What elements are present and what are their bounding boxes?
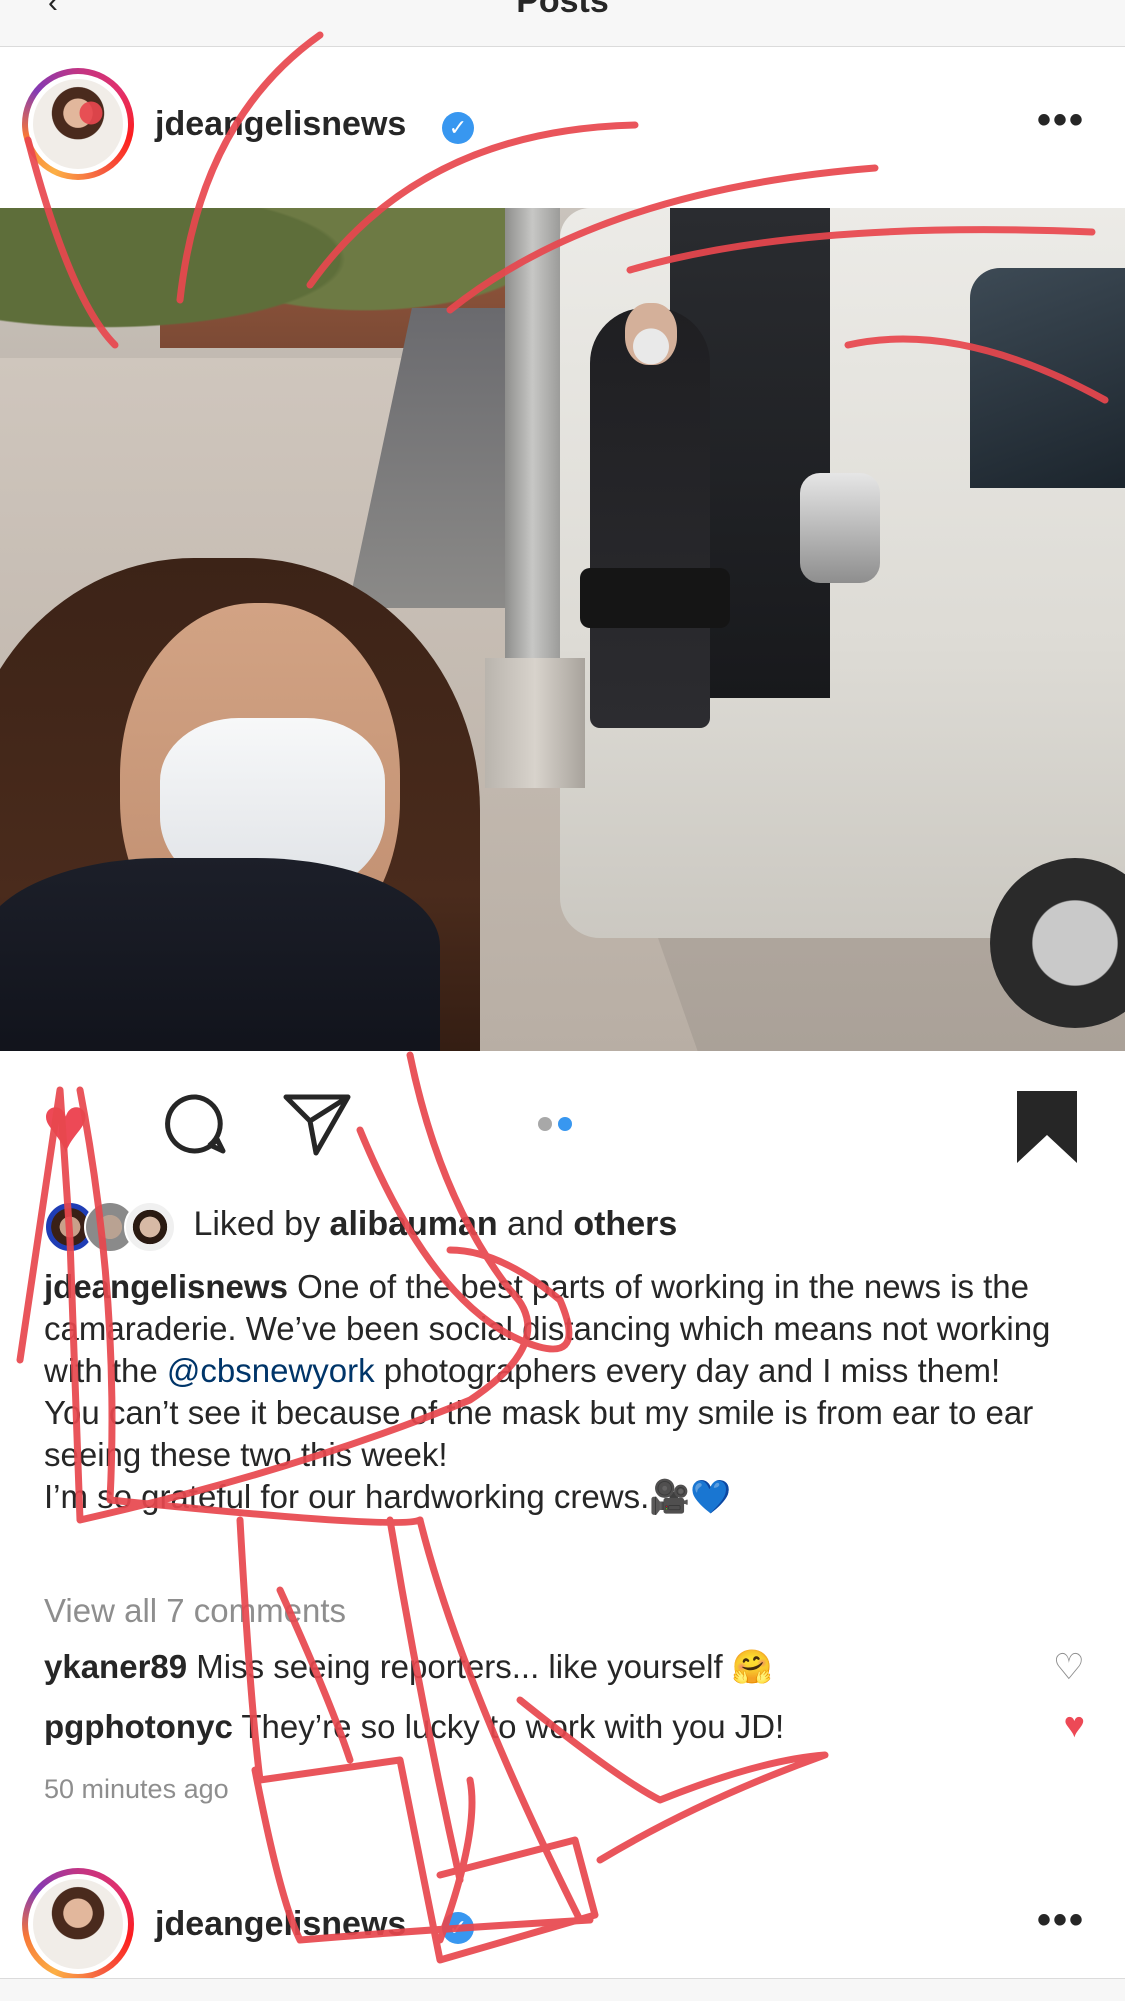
post-photo[interactable]	[0, 208, 1125, 1051]
caption-line: You can’t see it because of the mask but…	[44, 1394, 1034, 1473]
post-caption: jdeangelisnews One of the best parts of …	[44, 1266, 1094, 1518]
verified-badge-icon: ✓	[442, 1912, 474, 1944]
avatar[interactable]	[22, 68, 134, 180]
bookmark-saved-icon[interactable]	[1015, 1089, 1079, 1165]
comment-bubble-icon[interactable]	[165, 1093, 227, 1155]
caption-username[interactable]: jdeangelisnews	[44, 1268, 288, 1305]
comment-like-heart-icon[interactable]: ♡	[1053, 1646, 1085, 1688]
comment-text: Miss seeing reporters... like yourself 🤗	[187, 1648, 773, 1685]
post-username[interactable]: jdeangelisnews	[155, 1905, 406, 1944]
bottom-bar	[0, 1978, 1125, 2001]
post-header: jdeangelisnews ✓ •••	[0, 1795, 1125, 1980]
caption-mention-link[interactable]: @cbsnewyork	[167, 1352, 375, 1389]
profile-photo	[33, 1879, 123, 1969]
comment-row: pgphotonyc They’re so lucky to work with…	[44, 1708, 784, 1746]
share-paper-plane-icon[interactable]	[282, 1091, 352, 1157]
avatar[interactable]	[22, 1868, 134, 1980]
more-options-icon[interactable]: •••	[1037, 1898, 1085, 1943]
comment-username[interactable]: pgphotonyc	[44, 1708, 233, 1745]
liked-by-avatars	[44, 1201, 184, 1254]
carousel-dot	[558, 1117, 572, 1131]
carousel-dot	[538, 1117, 552, 1131]
more-options-icon[interactable]: •••	[1037, 98, 1085, 143]
carousel-indicator	[538, 1117, 578, 1136]
post-header: jdeangelisnews ✓ •••	[0, 0, 1125, 180]
liked-by-prefix: Liked by	[193, 1205, 330, 1243]
liked-by-user[interactable]: alibauman	[330, 1205, 498, 1243]
comment-row: ykaner89 Miss seeing reporters... like y…	[44, 1648, 773, 1687]
comment-text: They’re so lucky to work with you JD!	[232, 1708, 785, 1745]
profile-photo	[33, 79, 123, 169]
comment-liked-heart-icon[interactable]: ♥	[1064, 1704, 1085, 1746]
comment-username[interactable]: ykaner89	[44, 1648, 187, 1685]
verified-badge-icon: ✓	[442, 112, 474, 144]
camera-figure	[580, 568, 730, 628]
view-all-comments-link[interactable]: View all 7 comments	[44, 1592, 346, 1630]
post-action-bar: ♥	[0, 1085, 1125, 1165]
post-username[interactable]: jdeangelisnews	[155, 105, 406, 144]
photographer-figure	[590, 308, 710, 728]
like-heart-icon[interactable]: ♥	[42, 1085, 90, 1165]
caption-line: I’m so grateful for our hardworking crew…	[44, 1478, 732, 1515]
liked-by-others[interactable]: others	[573, 1205, 677, 1243]
likes-summary[interactable]: Liked by alibauman and others	[44, 1196, 677, 1254]
